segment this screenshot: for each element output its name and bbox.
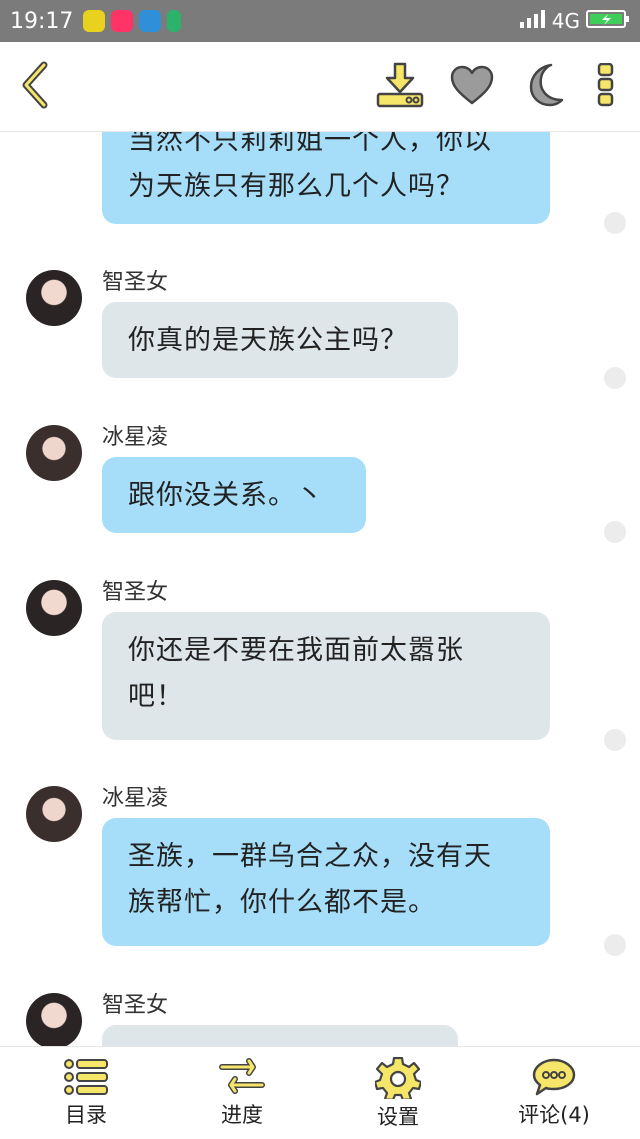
message-line: 你还是不要在我面前太嚣张 xyxy=(128,635,464,666)
sender-name: 智圣女 xyxy=(102,580,169,605)
heart-icon xyxy=(449,64,495,110)
reader-toolbar xyxy=(0,42,640,132)
night-mode-button[interactable] xyxy=(516,42,570,132)
message-bubble: 跟你没关系。丶 xyxy=(102,457,366,533)
message-bubble: 你还是不要在我面前太嚣张 吧！ xyxy=(102,612,550,740)
gear-icon xyxy=(375,1057,421,1099)
back-button[interactable] xyxy=(10,42,60,132)
nav-label: 评论(4) xyxy=(518,1103,590,1127)
network-label: 4G xyxy=(551,9,580,33)
more-button[interactable] xyxy=(586,42,626,132)
favorite-button[interactable] xyxy=(444,42,500,132)
status-dot xyxy=(604,367,626,389)
sender-name: 冰星凌 xyxy=(102,786,169,811)
nav-item-settings[interactable]: 设置 xyxy=(338,1047,458,1139)
message-line: 吧！ xyxy=(128,681,184,712)
message-bubble: 圣族，一群乌合之众，没有天 族帮忙，你什么都不是。 xyxy=(102,818,550,946)
nav-label: 设置 xyxy=(377,1105,419,1129)
avatar[interactable] xyxy=(26,993,82,1046)
message-line: 你真的是天族公主吗？ xyxy=(128,325,408,356)
status-dot xyxy=(604,729,626,751)
nav-item-comments[interactable]: 评论(4) xyxy=(494,1047,614,1139)
message-bubble: 你真的是天族公主吗？ xyxy=(102,302,458,378)
message-line: 为天族只有那么几个人吗？ xyxy=(128,171,464,202)
back-icon xyxy=(18,61,52,113)
lock-icon xyxy=(167,10,182,32)
message-bubble: 当然不只莉莉姐一个人，你以 为天族只有那么几个人吗？ xyxy=(102,132,550,224)
status-dot xyxy=(604,934,626,956)
comment-icon xyxy=(532,1058,576,1096)
more-icon xyxy=(597,62,615,111)
status-dot xyxy=(604,212,626,234)
battery-icon xyxy=(586,8,630,35)
status-dot xyxy=(604,521,626,543)
download-button[interactable] xyxy=(370,42,430,132)
app-store-icon xyxy=(111,10,134,32)
nav-item-catalog[interactable]: 目录 xyxy=(26,1047,146,1139)
nav-label: 目录 xyxy=(65,1103,107,1127)
message-line: 圣族，一群乌合之众，没有天 xyxy=(128,841,492,872)
message-line: 族帮忙，你什么都不是。 xyxy=(128,887,436,918)
moon-icon xyxy=(521,62,565,112)
sender-name: 智圣女 xyxy=(102,270,169,295)
avatar[interactable] xyxy=(26,425,82,481)
bottom-nav: 目录 进度 设置 评论(4) xyxy=(0,1046,640,1138)
sender-name: 冰星凌 xyxy=(102,425,169,450)
signal-icon xyxy=(518,8,546,35)
nav-item-progress[interactable]: 进度 xyxy=(182,1047,302,1139)
message-line: 当然不只莉莉姐一个人，你以 xyxy=(128,132,492,156)
message-bubble xyxy=(102,1025,458,1046)
avatar[interactable] xyxy=(26,270,82,326)
nav-label: 进度 xyxy=(221,1103,263,1127)
list-icon xyxy=(64,1059,108,1095)
message-line: 跟你没关系。丶 xyxy=(128,480,324,511)
avatar[interactable] xyxy=(26,786,82,842)
status-time: 19:17 xyxy=(10,8,74,34)
status-bar: 19:17 4G xyxy=(0,0,640,42)
chat-list[interactable]: 当然不只莉莉姐一个人，你以 为天族只有那么几个人吗？ 智圣女 你真的是天族公主吗… xyxy=(0,132,640,1046)
avatar[interactable] xyxy=(26,580,82,636)
download-icon xyxy=(375,62,425,112)
swap-arrows-icon xyxy=(219,1058,265,1094)
sender-name: 智圣女 xyxy=(102,993,169,1018)
plus-app-icon xyxy=(83,10,106,32)
scan-icon xyxy=(139,10,162,32)
